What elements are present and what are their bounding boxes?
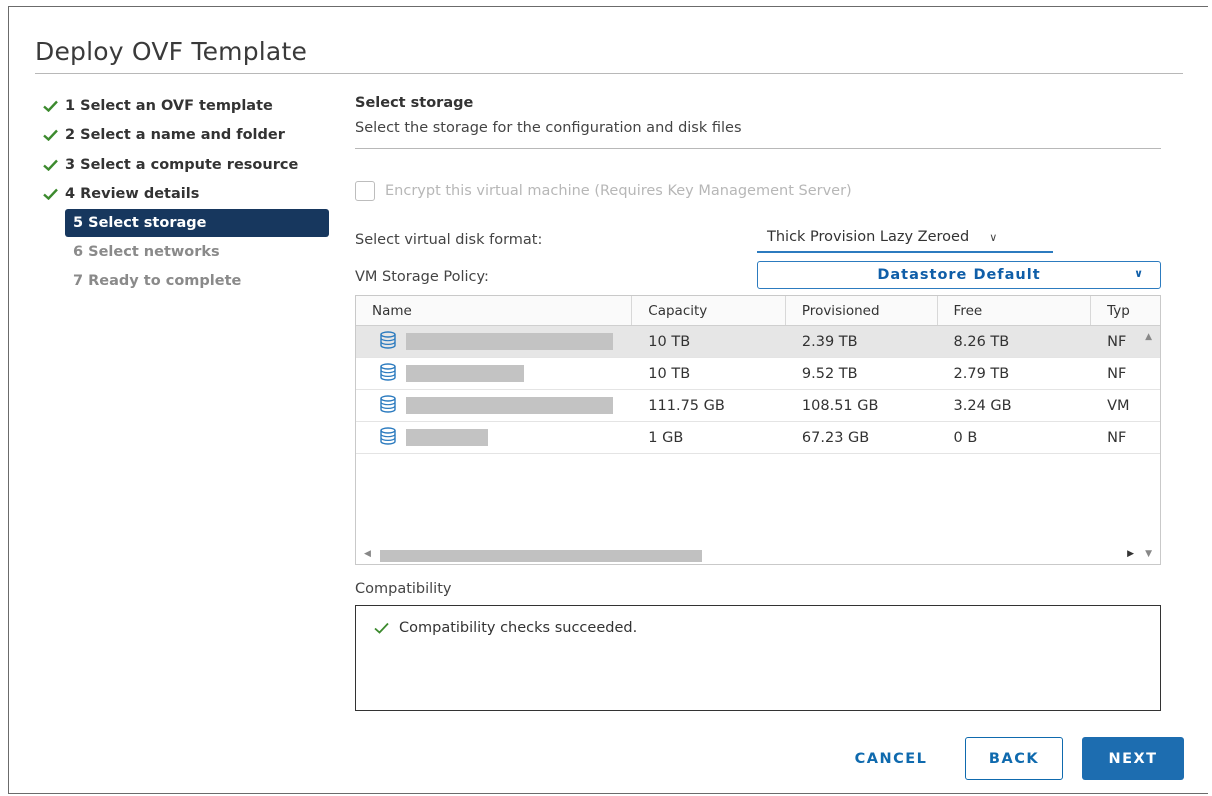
check-icon (35, 188, 65, 201)
scroll-up-arrow-icon[interactable]: ▲ (1145, 332, 1152, 342)
capacity-cell: 10 TB (648, 365, 691, 382)
step-label: 2 Select a name and folder (65, 127, 285, 144)
type-cell: NF (1107, 365, 1127, 382)
scroll-left-arrow-icon[interactable]: ◀ (364, 549, 371, 559)
free-cell: 8.26 TB (953, 333, 1010, 350)
chevron-down-icon: ∨ (1134, 267, 1144, 280)
storage-policy-label: VM Storage Policy: (355, 269, 489, 285)
column-header-name[interactable]: Name (356, 296, 633, 325)
compatibility-text: Compatibility checks succeeded. (399, 620, 638, 636)
provisioned-cell: 2.39 TB (801, 333, 858, 350)
datastore-name-cell (356, 358, 632, 389)
storage-policy-value: Datastore Default (877, 267, 1041, 283)
datastore-table: Name Capacity Provisioned Free Typ 10 TB… (355, 295, 1161, 565)
step-ready-to-complete: 7 Ready to complete (35, 267, 335, 297)
redacted-name (406, 429, 488, 446)
table-row[interactable]: 10 TB 2.39 TB 8.26 TB NF (356, 326, 1160, 358)
column-header-capacity[interactable]: Capacity (632, 296, 786, 325)
check-icon (35, 159, 65, 171)
check-icon (35, 129, 65, 142)
datastore-icon (378, 330, 398, 353)
provisioned-cell: 108.51 GB (801, 397, 879, 414)
datastore-name-cell (356, 326, 632, 357)
datastore-icon (378, 394, 398, 417)
provisioned-cell: 9.52 TB (801, 365, 858, 382)
step-label: 4 Review details (65, 186, 200, 203)
capacity-cell: 111.75 GB (648, 397, 725, 414)
encrypt-label: Encrypt this virtual machine (Requires K… (385, 183, 852, 199)
step-select-compute-resource[interactable]: 3 Select a compute resource (35, 150, 335, 180)
cancel-button[interactable]: CANCEL (839, 737, 943, 780)
step-select-ovf-template[interactable]: 1 Select an OVF template (35, 91, 335, 121)
check-icon (35, 100, 65, 112)
next-button[interactable]: NEXT (1082, 737, 1184, 780)
check-icon (374, 622, 389, 634)
step-label: 3 Select a compute resource (65, 156, 299, 173)
free-cell: 3.24 GB (953, 397, 1012, 414)
encrypt-vm-option: Encrypt this virtual machine (Requires K… (355, 181, 852, 201)
step-label: 5 Select storage (73, 215, 207, 231)
table-row[interactable]: 111.75 GB 108.51 GB 3.24 GB VM (356, 390, 1160, 422)
datastore-name-cell (356, 422, 632, 453)
scroll-right-arrow-icon[interactable]: ▶ (1127, 549, 1134, 559)
scrollbar-thumb[interactable] (380, 550, 702, 562)
compatibility-box: Compatibility checks succeeded. (355, 605, 1161, 711)
back-button[interactable]: BACK (965, 737, 1063, 780)
capacity-cell: 10 TB (648, 333, 691, 350)
step-label: 1 Select an OVF template (65, 97, 273, 114)
redacted-name (406, 365, 524, 382)
capacity-cell: 1 GB (648, 429, 684, 446)
select-storage-panel: Select storage Select the storage for th… (355, 95, 1163, 711)
column-header-free[interactable]: Free (938, 296, 1092, 325)
chevron-down-icon: ∨ (989, 230, 998, 244)
section-subtitle: Select the storage for the configuration… (355, 120, 742, 136)
dialog-title: Deploy OVF Template (35, 37, 308, 66)
disk-format-label: Select virtual disk format: (355, 232, 543, 248)
wizard-steps: 1 Select an OVF template 2 Select a name… (35, 91, 335, 296)
provisioned-cell: 67.23 GB (801, 429, 870, 446)
free-cell: 0 B (953, 429, 978, 446)
table-row[interactable]: 10 TB 9.52 TB 2.79 TB NF (356, 358, 1160, 390)
column-header-type[interactable]: Typ (1091, 296, 1160, 325)
type-cell: VM (1107, 397, 1130, 414)
step-label: 6 Select networks (73, 243, 220, 260)
column-header-provisioned[interactable]: Provisioned (786, 296, 938, 325)
deploy-ovf-dialog: Deploy OVF Template 1 Select an OVF temp… (8, 6, 1208, 794)
compatibility-message: Compatibility checks succeeded. (374, 620, 637, 636)
datastore-icon (378, 426, 398, 449)
compatibility-label: Compatibility (355, 581, 452, 597)
step-review-details[interactable]: 4 Review details (35, 180, 335, 210)
encrypt-checkbox (355, 181, 375, 201)
table-header: Name Capacity Provisioned Free Typ (356, 296, 1160, 326)
section-title: Select storage (355, 95, 474, 111)
storage-policy-select[interactable]: Datastore Default ∨ (757, 261, 1161, 289)
step-select-networks: 6 Select networks (35, 237, 335, 267)
table-row[interactable]: 1 GB 67.23 GB 0 B NF (356, 422, 1160, 454)
disk-format-value: Thick Provision Lazy Zeroed (767, 229, 970, 245)
step-label: 7 Ready to complete (73, 273, 242, 290)
redacted-name (406, 333, 613, 350)
redacted-name (406, 397, 613, 414)
type-cell: NF (1107, 429, 1127, 446)
datastore-icon (378, 362, 398, 385)
horizontal-scrollbar[interactable]: ◀ ▶ ▼ (356, 546, 1160, 564)
step-select-name-folder[interactable]: 2 Select a name and folder (35, 121, 335, 151)
datastore-name-cell (356, 390, 632, 421)
step-select-storage[interactable]: 5 Select storage (65, 209, 329, 237)
scroll-down-arrow-icon[interactable]: ▼ (1145, 549, 1152, 559)
section-divider (355, 148, 1161, 149)
title-divider (35, 73, 1183, 74)
free-cell: 2.79 TB (953, 365, 1010, 382)
disk-format-select[interactable]: Thick Provision Lazy Zeroed ∨ (757, 223, 1053, 253)
